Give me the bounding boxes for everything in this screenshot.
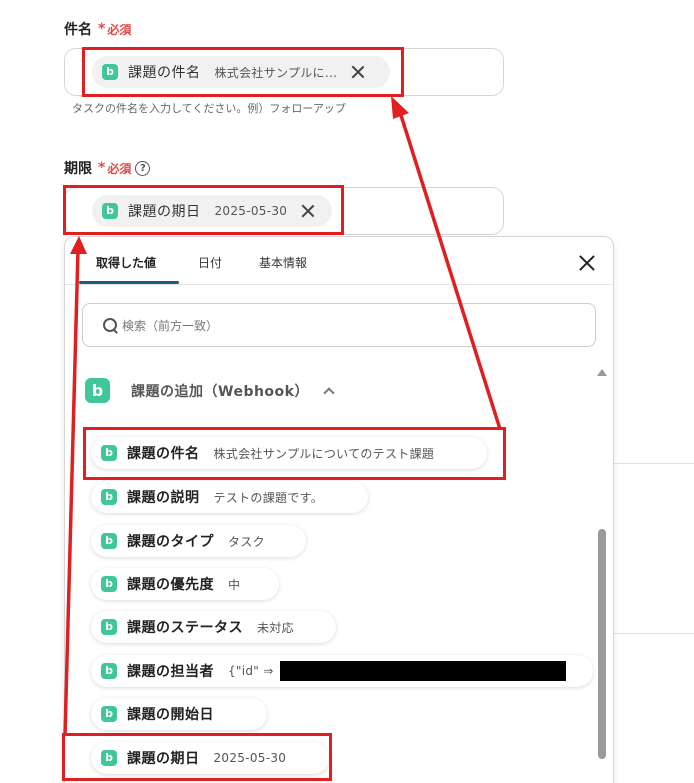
- arrow-head: [70, 236, 87, 254]
- annotation-arrows: [63, 96, 502, 736]
- arrow-line: [63, 249, 80, 736]
- arrow-line: [397, 108, 502, 430]
- form-page: 件名 * 必須 b 課題の件名 株式会社サンプルに... タスクの件名を入力して…: [0, 0, 694, 783]
- arrow-head: [391, 96, 409, 119]
